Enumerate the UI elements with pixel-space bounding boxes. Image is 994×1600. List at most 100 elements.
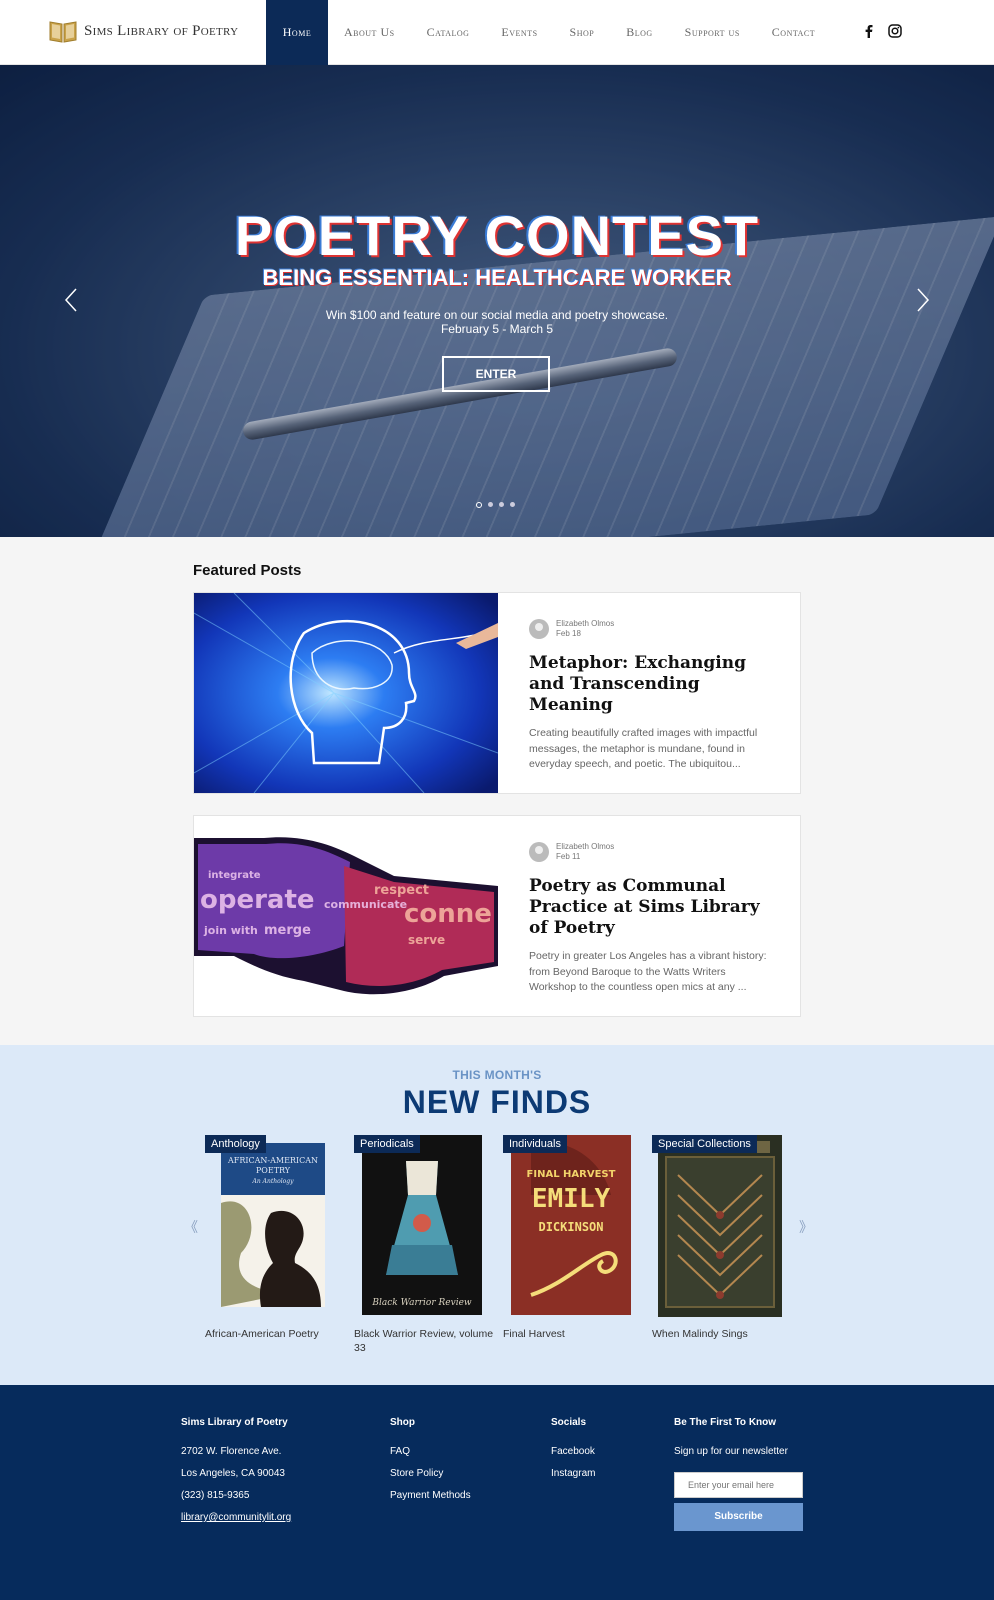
footer-link-facebook[interactable]: Facebook <box>551 1441 595 1463</box>
book-title[interactable]: African-American Poetry <box>205 1327 345 1341</box>
book-title[interactable]: Final Harvest <box>503 1327 643 1341</box>
svg-text:EMILY: EMILY <box>532 1184 611 1214</box>
book-cover-image[interactable]: AFRICAN-AMERICAN POETRY An Anthology <box>221 1143 325 1307</box>
footer-shop: Shop FAQ Store Policy Payment Methods <box>390 1417 471 1507</box>
post-body: Elizabeth Olmos Feb 11 Poetry as Communa… <box>529 842 774 996</box>
subscribe-button[interactable]: Subscribe <box>674 1503 803 1531</box>
menu-contact[interactable]: Contact <box>756 0 831 65</box>
footer-heading: Sims Library of Poetry <box>181 1417 288 1428</box>
svg-text:respect: respect <box>374 883 429 898</box>
author-name[interactable]: Elizabeth Olmos <box>556 842 614 852</box>
post-card[interactable]: operate join with merge integrate commun… <box>193 815 801 1017</box>
hero-subtitle: BEING ESSENTIAL: HEALTHCARE WORKER <box>262 265 732 290</box>
instagram-icon[interactable] <box>888 24 902 38</box>
post-date: Feb 11 <box>556 852 581 861</box>
brand-name: Sims Library of Poetry <box>84 22 239 39</box>
finds-title: NEW FINDS <box>402 1084 592 1120</box>
chevron-left-icon[interactable] <box>62 285 82 315</box>
svg-text:communicate: communicate <box>324 898 407 911</box>
avatar[interactable] <box>529 619 549 639</box>
footer-address-1: 2702 W. Florence Ave. <box>181 1446 282 1457</box>
footer-contact: Sims Library of Poetry 2702 W. Florence … <box>181 1417 291 1529</box>
svg-text:DICKINSON: DICKINSON <box>538 1220 603 1234</box>
book-logo-icon <box>49 21 77 43</box>
svg-text:operate: operate <box>200 885 315 915</box>
new-finds-section: THIS MONTH'S NEW FINDS 《 》 Anthology AFR… <box>0 1045 994 1385</box>
carousel-prev-icon[interactable]: 《 <box>184 1217 198 1237</box>
facebook-icon[interactable] <box>862 24 876 38</box>
svg-text:POETRY: POETRY <box>256 1166 291 1175</box>
footer-heading: Shop <box>390 1417 415 1428</box>
footer-email-link[interactable]: library@communitylit.org <box>181 1507 291 1529</box>
author-row: Elizabeth Olmos Feb 11 <box>529 842 774 862</box>
post-title[interactable]: Poetry as Communal Practice at Sims Libr… <box>529 876 774 939</box>
footer-link-instagram[interactable]: Instagram <box>551 1463 595 1485</box>
slide-dot[interactable] <box>499 502 504 507</box>
newsletter-email-input[interactable] <box>674 1472 803 1498</box>
hero-description: Win $100 and feature on our social media… <box>0 308 994 336</box>
svg-text:serve: serve <box>408 933 445 947</box>
post-card[interactable]: Elizabeth Olmos Feb 18 Metaphor: Exchang… <box>193 592 801 794</box>
svg-text:conne: conne <box>404 899 492 929</box>
book-category-tag: Special Collections <box>652 1135 757 1153</box>
menu-home[interactable]: Home <box>266 0 328 65</box>
menu-shop[interactable]: Shop <box>554 0 611 65</box>
footer-link-faq[interactable]: FAQ <box>390 1441 471 1463</box>
svg-text:Black Warrior Review: Black Warrior Review <box>371 1298 472 1308</box>
chevron-right-icon[interactable] <box>912 285 932 315</box>
post-title[interactable]: Metaphor: Exchanging and Transcending Me… <box>529 653 774 716</box>
newsletter-text: Sign up for our newsletter <box>674 1446 788 1457</box>
footer-phone: (323) 815-9365 <box>181 1490 250 1501</box>
footer-newsletter: Be The First To Know Sign up for our new… <box>674 1417 803 1531</box>
slide-dot[interactable] <box>476 502 482 508</box>
book-cover-image[interactable]: Black Warrior Review <box>362 1135 482 1315</box>
hero-line-1: Win $100 and feature on our social media… <box>325 308 669 322</box>
featured-posts-title: Featured Posts <box>193 562 302 579</box>
hero-line-2: February 5 - March 5 <box>440 322 554 336</box>
book-cover-image[interactable]: FINAL HARVEST EMILY DICKINSON <box>511 1135 631 1315</box>
post-body: Elizabeth Olmos Feb 18 Metaphor: Exchang… <box>529 619 774 773</box>
post-excerpt: Poetry in greater Los Angeles has a vibr… <box>529 950 767 993</box>
avatar[interactable] <box>529 842 549 862</box>
book-title[interactable]: When Malindy Sings <box>652 1327 792 1341</box>
svg-text:FINAL HARVEST: FINAL HARVEST <box>527 1169 616 1180</box>
hero-slideshow: POETRY CONTEST BEING ESSENTIAL: HEALTHCA… <box>0 65 994 537</box>
footer-heading: Be The First To Know <box>674 1417 777 1428</box>
main-menu: Home About Us Catalog Events Shop Blog S… <box>266 0 831 65</box>
author-name[interactable]: Elizabeth Olmos <box>556 619 614 629</box>
book-category-tag: Individuals <box>503 1135 567 1153</box>
svg-text:merge: merge <box>264 923 311 938</box>
menu-events[interactable]: Events <box>485 0 553 65</box>
footer: Sims Library of Poetry 2702 W. Florence … <box>0 1385 994 1600</box>
post-image-handshake[interactable]: operate join with merge integrate commun… <box>194 816 498 1016</box>
enter-button[interactable]: ENTER <box>442 356 550 392</box>
slide-dot[interactable] <box>510 502 515 507</box>
footer-link-store-policy[interactable]: Store Policy <box>390 1463 471 1485</box>
menu-catalog[interactable]: Catalog <box>411 0 486 65</box>
post-date: Feb 18 <box>556 629 581 638</box>
menu-about[interactable]: About Us <box>328 0 411 65</box>
top-nav: Sims Library of Poetry Home About Us Cat… <box>0 0 994 65</box>
book-category-tag: Anthology <box>205 1135 266 1153</box>
footer-socials: Socials Facebook Instagram <box>551 1417 595 1485</box>
svg-text:An Anthology: An Anthology <box>252 1178 295 1185</box>
slide-dot[interactable] <box>488 502 493 507</box>
menu-support[interactable]: Support us <box>669 0 756 65</box>
svg-text:integrate: integrate <box>208 870 261 881</box>
carousel-next-icon[interactable]: 》 <box>799 1217 813 1237</box>
footer-address-2: Los Angeles, CA 90043 <box>181 1468 285 1479</box>
finds-kicker: THIS MONTH'S <box>452 1068 542 1082</box>
hero-title: POETRY CONTEST <box>234 204 760 267</box>
footer-link-payment[interactable]: Payment Methods <box>390 1485 471 1507</box>
book-title[interactable]: Black Warrior Review, volume 33 <box>354 1327 494 1355</box>
svg-text:join with: join with <box>203 924 258 937</box>
menu-blog[interactable]: Blog <box>610 0 668 65</box>
book-category-tag: Periodicals <box>354 1135 420 1153</box>
post-excerpt: Creating beautifully crafted images with… <box>529 727 758 770</box>
nav-social <box>862 24 902 38</box>
book-cover-image[interactable] <box>658 1135 782 1317</box>
slide-dots <box>476 502 515 508</box>
brand[interactable]: Sims Library of Poetry <box>48 18 238 44</box>
footer-heading: Socials <box>551 1417 587 1428</box>
post-image-brain[interactable] <box>194 593 498 793</box>
